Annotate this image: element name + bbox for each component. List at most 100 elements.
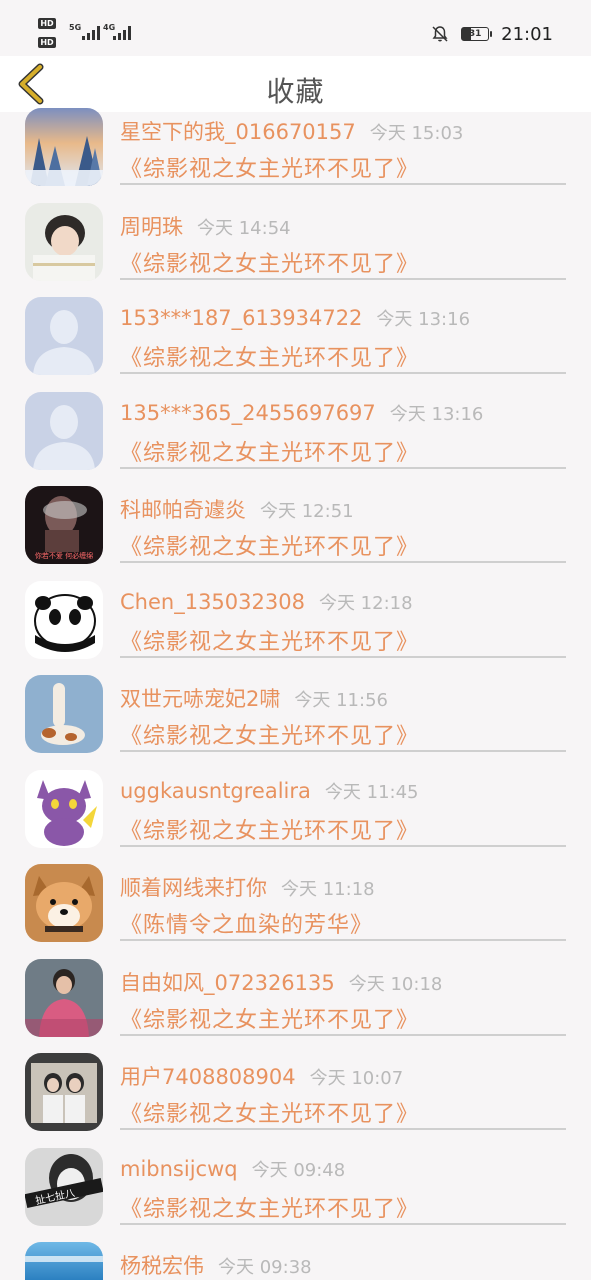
hd-badge-sim2: HD bbox=[38, 37, 56, 48]
username: 自由如风_072326135 bbox=[120, 970, 335, 995]
username: 科邮帕奇遽炎 bbox=[120, 498, 246, 522]
bell-muted-icon bbox=[432, 26, 448, 42]
favorite-item[interactable]: 用户7408808904 今天 10:07 《综影视之女主光环不见了》 bbox=[0, 1053, 591, 1148]
username: 星空下的我_016670157 bbox=[120, 120, 356, 144]
favorite-meta: Chen_135032308 今天 12:18 bbox=[120, 589, 413, 615]
username: 顺着网线来打你 bbox=[120, 876, 267, 900]
favorites-screen: HD HD 5G 4G 31 21:01 收藏 星空下的我_016670157 … bbox=[0, 0, 591, 1280]
novel-title[interactable]: 《综影视之女主光环不见了》 bbox=[120, 435, 419, 467]
divider bbox=[120, 561, 566, 563]
username: uggkausntgrealira bbox=[120, 778, 311, 803]
panda-avatar[interactable] bbox=[25, 580, 103, 659]
purple-pikachu-avatar[interactable] bbox=[25, 769, 103, 848]
snowy-forest-avatar[interactable] bbox=[25, 108, 103, 186]
novel-title[interactable]: 《综影视之女主光环不见了》 bbox=[120, 246, 419, 278]
dog-stretch-avatar[interactable] bbox=[25, 675, 103, 753]
divider bbox=[120, 939, 566, 941]
sea-avatar[interactable] bbox=[25, 1242, 103, 1280]
divider bbox=[120, 655, 566, 658]
status-right: 31 21:01 bbox=[431, 20, 553, 48]
favorite-meta: 135***365_2455697697 今天 13:16 bbox=[120, 400, 483, 426]
novel-title[interactable]: 《综影视之女主光环不见了》 bbox=[120, 529, 419, 561]
favorite-item[interactable]: 135***365_2455697697 今天 13:16 《综影视之女主光环不见… bbox=[0, 391, 591, 487]
signal-indicators: HD HD 5G 4G bbox=[38, 16, 138, 50]
favorite-item[interactable]: 周明珠 今天 14:54 《综影视之女主光环不见了》 bbox=[0, 202, 591, 298]
novel-title[interactable]: 《陈情令之血染的芳华》 bbox=[120, 907, 373, 939]
divider bbox=[120, 183, 566, 185]
shiba-avatar[interactable] bbox=[25, 864, 103, 942]
username: 135***365_2455697697 bbox=[120, 400, 376, 425]
divider bbox=[120, 1128, 566, 1130]
page-title: 收藏 bbox=[266, 75, 325, 108]
timestamp: 今天 11:56 bbox=[294, 690, 388, 711]
clock: 21:01 bbox=[501, 23, 553, 45]
status-bar: HD HD 5G 4G 31 21:01 bbox=[0, 0, 591, 56]
couple-photo-avatar[interactable] bbox=[25, 1053, 103, 1131]
favorite-meta: 周明珠 今天 14:54 bbox=[120, 211, 291, 241]
timestamp: 今天 12:18 bbox=[318, 592, 413, 614]
username: 双世元哧宠妃2啸 bbox=[120, 687, 281, 711]
novel-title[interactable]: 《综影视之女主光环不见了》 bbox=[120, 1096, 419, 1128]
favorite-meta: 杨税宏伟 今天 09:38 bbox=[120, 1250, 312, 1280]
favorite-item[interactable]: 顺着网线来打你 今天 11:18 《陈情令之血染的芳华》 bbox=[0, 864, 591, 959]
novel-title[interactable]: 《综影视之女主光环不见了》 bbox=[120, 624, 419, 656]
novel-title[interactable]: 《综影视之女主光环不见了》 bbox=[120, 1191, 419, 1223]
divider bbox=[120, 844, 566, 847]
username: 周明珠 bbox=[120, 214, 183, 239]
novel-title[interactable]: 《综影视之女主光环不见了》 bbox=[120, 340, 419, 372]
favorite-item[interactable]: 杨税宏伟 今天 09:38 bbox=[0, 1242, 591, 1280]
username: mibnsijcwq bbox=[120, 1156, 238, 1181]
timestamp: 今天 10:07 bbox=[309, 1068, 404, 1089]
divider bbox=[120, 1222, 566, 1225]
timestamp: 今天 09:38 bbox=[218, 1257, 312, 1278]
favorite-meta: 用户7408808904 今天 10:07 bbox=[120, 1061, 403, 1091]
favorite-meta: 153***187_613934722 今天 13:16 bbox=[120, 305, 470, 331]
username: 杨税宏伟 bbox=[120, 1254, 204, 1278]
divider bbox=[120, 750, 566, 752]
username: Chen_135032308 bbox=[120, 589, 305, 614]
avatar-caption: 你若不爱 何必缠绵 bbox=[35, 551, 93, 560]
timestamp: 今天 09:48 bbox=[251, 1159, 346, 1181]
bw-girl-avatar[interactable]: 扯七扯八 bbox=[25, 1147, 103, 1226]
smoke-photo-avatar[interactable]: 你若不爱 何必缠绵 bbox=[25, 486, 103, 564]
timestamp: 今天 10:18 bbox=[348, 973, 443, 995]
timestamp: 今天 15:03 bbox=[369, 123, 464, 144]
favorite-item[interactable]: 扯七扯八 mibnsijcwq 今天 09:48 《综影视之女主光环不见了》 bbox=[0, 1147, 591, 1243]
favorite-meta: mibnsijcwq 今天 09:48 bbox=[120, 1156, 345, 1182]
favorites-list: 星空下的我_016670157 今天 15:03 《综影视之女主光环不见了》 周明… bbox=[0, 108, 591, 1280]
network-label-sim1: 5G bbox=[69, 23, 82, 32]
battery-icon: 31 bbox=[461, 27, 493, 41]
signal-bars-icon bbox=[113, 24, 131, 40]
username: 用户7408808904 bbox=[120, 1065, 296, 1089]
novel-title[interactable]: 《综影视之女主光环不见了》 bbox=[120, 1002, 419, 1034]
hd-badge-sim1: HD bbox=[38, 18, 56, 29]
favorite-meta: 星空下的我_016670157 今天 15:03 bbox=[120, 116, 463, 146]
divider bbox=[120, 277, 566, 280]
default-avatar[interactable] bbox=[25, 297, 103, 375]
favorite-item[interactable]: 自由如风_072326135 今天 10:18 《综影视之女主光环不见了》 bbox=[0, 958, 591, 1054]
top-bar: 收藏 bbox=[0, 56, 591, 112]
novel-title[interactable]: 《综影视之女主光环不见了》 bbox=[120, 151, 419, 183]
timestamp: 今天 13:16 bbox=[376, 309, 471, 330]
girl-photo-avatar[interactable] bbox=[25, 958, 103, 1037]
novel-title[interactable]: 《综影视之女主光环不见了》 bbox=[120, 813, 419, 845]
favorite-item[interactable]: 双世元哧宠妃2啸 今天 11:56 《综影视之女主光环不见了》 bbox=[0, 675, 591, 770]
divider bbox=[120, 372, 566, 374]
novel-title[interactable]: 《综影视之女主光环不见了》 bbox=[120, 718, 419, 750]
favorite-item[interactable]: 星空下的我_016670157 今天 15:03 《综影视之女主光环不见了》 bbox=[0, 108, 591, 203]
favorite-meta: 顺着网线来打你 今天 11:18 bbox=[120, 872, 375, 902]
timestamp: 今天 11:18 bbox=[281, 879, 375, 900]
timestamp: 今天 14:54 bbox=[197, 217, 291, 239]
favorite-item[interactable]: 153***187_613934722 今天 13:16 《综影视之女主光环不见了… bbox=[0, 297, 591, 392]
favorite-item[interactable]: uggkausntgrealira 今天 11:45 《综影视之女主光环不见了》 bbox=[0, 769, 591, 865]
default-avatar[interactable] bbox=[25, 391, 103, 470]
divider bbox=[120, 466, 566, 469]
timestamp: 今天 11:45 bbox=[324, 781, 419, 803]
boy-photo-avatar[interactable] bbox=[25, 202, 103, 281]
timestamp: 今天 13:16 bbox=[389, 403, 484, 425]
signal-bars-icon bbox=[82, 24, 100, 40]
favorite-item[interactable]: Chen_135032308 今天 12:18 《综影视之女主光环不见了》 bbox=[0, 580, 591, 676]
favorite-item[interactable]: 你若不爱 何必缠绵 科邮帕奇遽炎 今天 12:51 《综影视之女主光环不见了》 bbox=[0, 486, 591, 581]
username: 153***187_613934722 bbox=[120, 306, 363, 330]
favorite-meta: 自由如风_072326135 今天 10:18 bbox=[120, 967, 442, 997]
